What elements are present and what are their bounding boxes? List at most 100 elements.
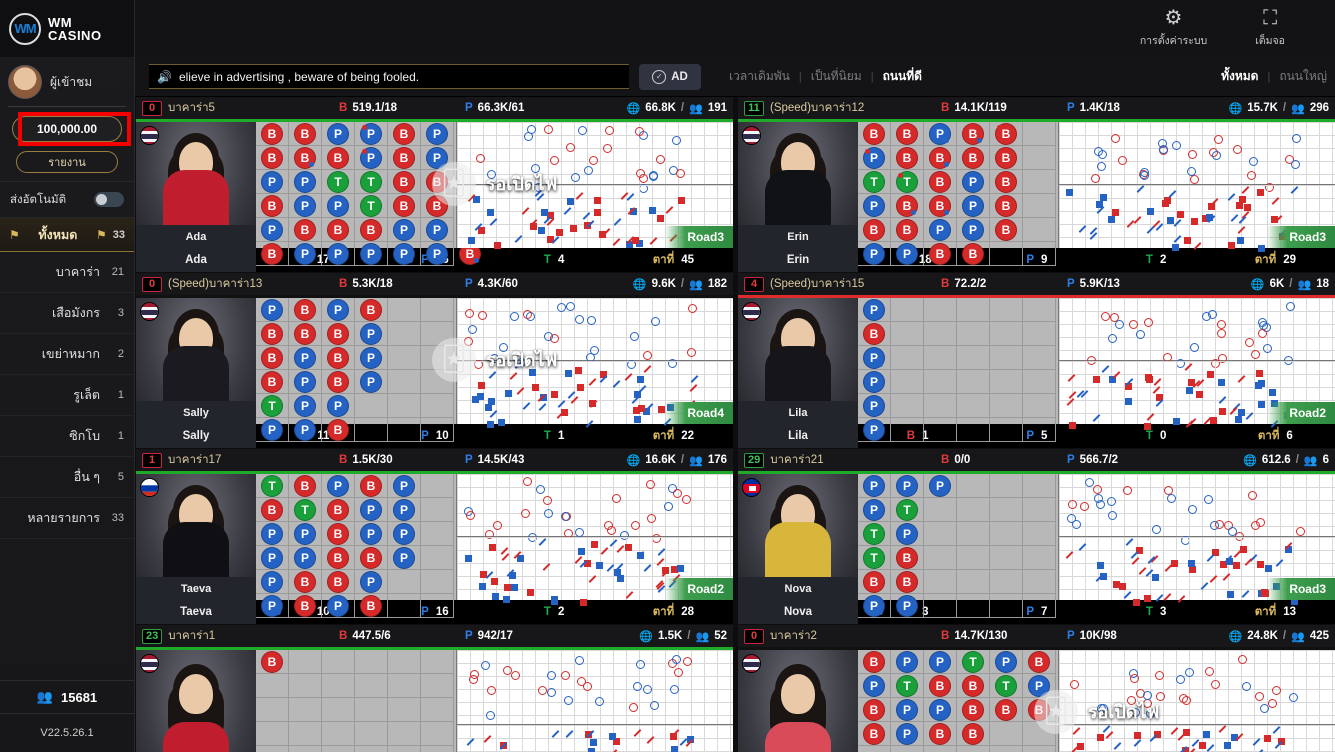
sidebar-item-all-count: 33 [112, 228, 125, 241]
globe-icon: 🌐 [1250, 278, 1265, 291]
bead-mark: P [360, 371, 382, 393]
filter-left-0[interactable]: เวลาเดิมพัน [729, 67, 790, 86]
road-mark [1146, 709, 1155, 718]
ad-button[interactable]: ✓ AD [639, 63, 701, 90]
bead-cell [1023, 474, 1056, 498]
dealer-panel[interactable]: Erin [738, 122, 858, 248]
bead-mark: B [393, 195, 415, 217]
game-grid: 0 บาคาร่า5 B 519.1/18 P 66.3K/61 🌐 66.8K / 👥 191 Ad… [135, 97, 1335, 752]
road-mark [498, 419, 505, 426]
road-mark [541, 209, 548, 216]
game-tile[interactable]: 0 บาคาร่า2 B 14.7K/130 P 10K/98 🌐 24.8K / 👥 425 B P P… [738, 625, 1335, 752]
sidebar-item-1[interactable]: เสือมังกร 3 [0, 293, 134, 334]
sidebar-item-4[interactable]: ซิกโบ 1 [0, 416, 134, 457]
bead-cell [289, 674, 322, 698]
dealer-panel[interactable] [136, 650, 256, 752]
sidebar-item-2[interactable]: เขย่าหมาก 2 [0, 334, 134, 375]
bead-cell [990, 298, 1023, 322]
sidebar-item-all[interactable]: ⚑ ทั้งหมด ⚑ 33 [0, 218, 134, 252]
road-mark [1097, 704, 1106, 713]
road-mark [468, 237, 475, 244]
game-tile[interactable]: 0 บาคาร่า5 B 519.1/18 P 66.3K/61 🌐 66.8K / 👥 191 Ad… [136, 97, 733, 272]
dealer-body [163, 170, 229, 232]
game-tile[interactable]: 11 (Speed)บาคาร่า12 B 14.1K/119 P 1.4K/18 🌐 15.… [738, 97, 1335, 272]
globe-icon: 🌐 [632, 278, 647, 291]
road-mark [492, 593, 499, 600]
game-tile[interactable]: 29 บาคาร่า21 B 0/0 P 566.7/2 🌐 612.6/👥 6 Nova P P P P… [738, 449, 1335, 624]
tile-badge: 0 [744, 628, 764, 644]
bead-road: PBPPPP [858, 298, 1058, 442]
globe-icon: 🌐 [626, 454, 641, 467]
dealer-panel[interactable]: Taeva [136, 474, 256, 600]
filter-right-1[interactable]: ถนนใหญ่ [1279, 67, 1327, 86]
road-mark [1158, 139, 1167, 148]
road-mark [1258, 380, 1265, 387]
road-mark [578, 548, 585, 555]
bead-cell [1023, 346, 1056, 370]
game-tile[interactable]: 1 บาคาร่า17 B 1.5K/30 P 14.5K/43 🌐 16.6K / 👥 176 Ta… [136, 449, 733, 624]
brand-logo[interactable]: WM WM CASINO [0, 0, 134, 57]
footer-tie: T4 [543, 254, 565, 266]
dealer-panel[interactable]: Lila [738, 298, 858, 424]
fullscreen-button[interactable]: ⛶ เต็มจอ [1255, 8, 1285, 49]
dealer-panel[interactable] [738, 650, 858, 752]
road-mark [673, 489, 682, 498]
marquee-banner[interactable]: 🔊 elieve in advertising , beware of bein… [149, 64, 629, 89]
dealer-panel[interactable]: Sally [136, 298, 256, 424]
bead-dot-player [977, 138, 982, 143]
bead-cell [1023, 170, 1056, 194]
sidebar-item-5[interactable]: อื่น ๆ 5 [0, 457, 134, 498]
sidebar-item-6[interactable]: หลายรายการ 33 [0, 498, 134, 539]
sidebar-item-0[interactable]: บาคาร่า 21 [0, 252, 134, 293]
dealer-panel[interactable]: Nova [738, 474, 858, 600]
road-mark [1143, 691, 1152, 700]
filter-left-1[interactable]: เป็นที่นิยม [811, 67, 862, 86]
road-mark [1097, 734, 1104, 741]
road-mark [1255, 692, 1264, 701]
bead-cell [421, 698, 454, 722]
road-mark [1247, 171, 1256, 180]
bead-mark: B [294, 475, 316, 497]
bead-mark: P [863, 299, 885, 321]
game-tile[interactable]: 4 (Speed)บาคาร่า15 B 72.2/2 P 5.9K/13 🌐 6K / 👥 18 L… [738, 273, 1335, 448]
bead-cell [355, 674, 388, 698]
dealer-panel[interactable]: Ada [136, 122, 256, 248]
bead-mark: B [393, 147, 415, 169]
bead-mark: B [426, 171, 448, 193]
game-tile[interactable]: 0 (Speed)บาคาร่า13 B 5.3K/18 P 4.3K/60 🌐 9.6K / 👥… [136, 273, 733, 448]
settings-button[interactable]: ⚙ การตั้งค่าระบบ [1140, 8, 1207, 49]
game-tile[interactable]: 23 บาคาร่า1 B 447.5/6 P 942/17 🌐 1.5K / 👥 52 B [136, 625, 733, 752]
road-mark [536, 485, 545, 494]
tile-title: บาคาร่า17 [168, 454, 222, 466]
topbar: ⚙ การตั้งค่าระบบ ⛶ เต็มจอ [135, 0, 1335, 57]
balance-value[interactable]: 100,000.00 [12, 116, 122, 142]
sidebar-item-3[interactable]: รูเล็ต 1 [0, 375, 134, 416]
tile-meta-stat: 🌐 16.6K / 👥 176 [626, 454, 727, 467]
filter-left-2[interactable]: ถนนที่ดี [883, 67, 922, 86]
tile-header: 29 บาคาร่า21 B 0/0 P 566.7/2 🌐 612.6/👥 6 [738, 449, 1335, 471]
bead-mark: P [393, 499, 415, 521]
bead-mark: P [393, 243, 415, 265]
road-mark [1187, 167, 1196, 176]
people-icon: 👥 [1291, 102, 1305, 115]
road-mark [532, 384, 539, 391]
bead-mark: B [929, 171, 951, 193]
road-mark [682, 495, 691, 504]
bead-mark: P [261, 299, 283, 321]
people-icon: 👥 [1297, 278, 1312, 291]
tile-banker-stat: B 72.2/2 [941, 278, 987, 290]
report-button[interactable]: รายงาน [16, 151, 118, 173]
road-mark [1212, 151, 1221, 160]
road-mark [1191, 218, 1198, 225]
user-row[interactable]: ผู้เข้าชม [8, 65, 126, 107]
auto-submit-toggle[interactable] [94, 192, 124, 207]
road-mark [543, 496, 552, 505]
bead-cell [924, 546, 957, 570]
road-mark [551, 598, 558, 605]
tile-meta-stat: 🌐 6K / 👥 18 [1250, 278, 1329, 291]
filter-right-0[interactable]: ทั้งหมด [1221, 67, 1258, 86]
road-mark [1144, 595, 1151, 602]
bead-mark: P [294, 195, 316, 217]
bead-mark: P [360, 523, 382, 545]
tile-body: Taeva T B P B P B T B P P P P B P P P P B B P P B B P P B P B Road2 [136, 474, 733, 618]
